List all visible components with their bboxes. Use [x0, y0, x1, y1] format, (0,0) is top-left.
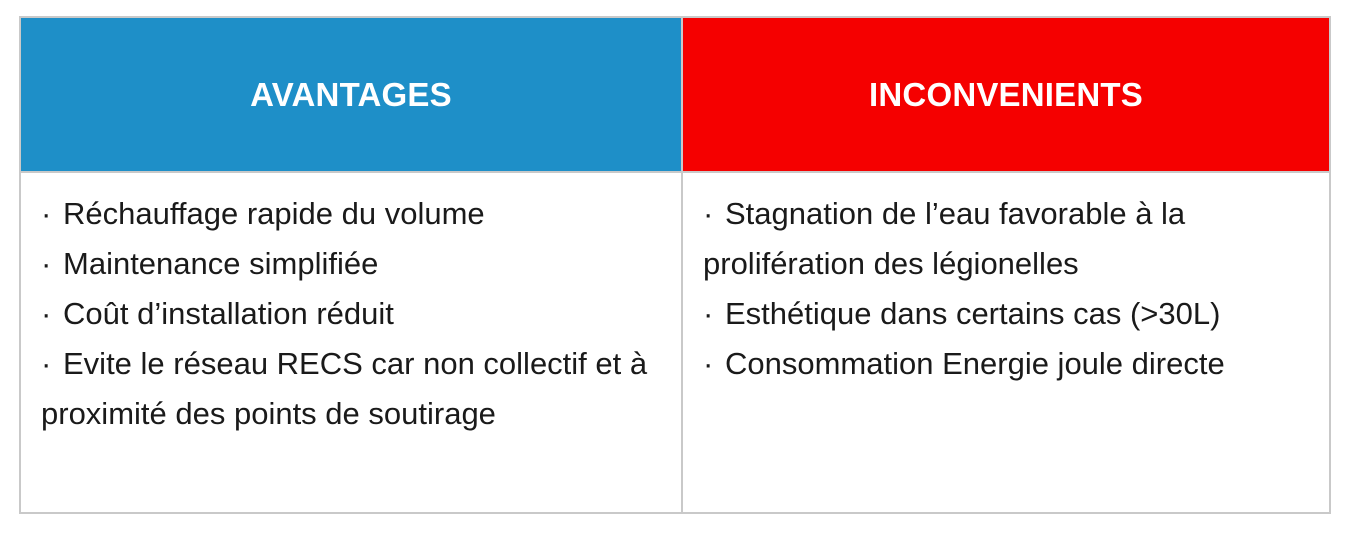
bullet-icon: · — [41, 296, 52, 331]
list-item: · Esthétique dans certains cas (>30L) — [703, 289, 1315, 339]
header-inconvenients: INCONVENIENTS — [683, 18, 1329, 173]
list-item: · Coût d’installation réduit — [41, 289, 661, 339]
bullet-icon: · — [41, 346, 52, 381]
bullet-icon: · — [703, 196, 714, 231]
avantages-list: · Réchauffage rapide du volume · Maintenan… — [41, 189, 661, 439]
list-item: · Stagnation de l’eau favorable à la prol… — [703, 189, 1315, 289]
inconvenients-list: · Stagnation de l’eau favorable à la prol… — [703, 189, 1315, 389]
avantages-cell: · Réchauffage rapide du volume · Maintenan… — [21, 173, 683, 512]
bullet-icon: · — [41, 196, 52, 231]
header-inconvenients-label: INCONVENIENTS — [869, 75, 1143, 113]
inconvenients-cell: · Stagnation de l’eau favorable à la prol… — [683, 173, 1329, 512]
list-item: · Réchauffage rapide du volume — [41, 189, 661, 239]
header-avantages-label: AVANTAGES — [250, 75, 452, 113]
bullet-icon: · — [703, 296, 714, 331]
bullet-icon: · — [41, 246, 52, 281]
comparison-table: AVANTAGES INCONVENIENTS · Réchauffage rap… — [19, 16, 1331, 514]
bullet-icon: · — [703, 346, 714, 381]
list-item: · Consommation Energie joule directe — [703, 339, 1315, 389]
list-item: · Evite le réseau RECS car non collectif … — [41, 339, 661, 439]
list-item: · Maintenance simplifiée — [41, 239, 661, 289]
header-avantages: AVANTAGES — [21, 18, 683, 173]
